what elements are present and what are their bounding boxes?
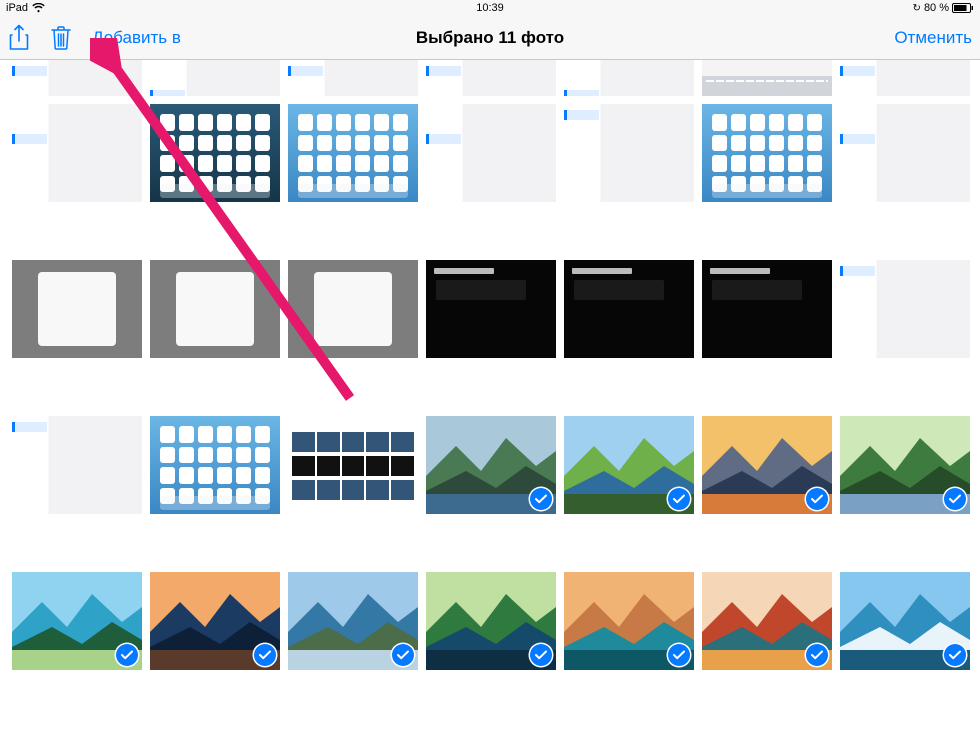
photo-thumbnail[interactable] <box>288 260 418 358</box>
photo-thumbnail[interactable] <box>12 104 142 202</box>
selection-checkmark-icon <box>116 644 138 666</box>
photo-thumbnail[interactable] <box>426 416 556 514</box>
photo-thumbnail[interactable] <box>840 260 970 358</box>
selection-checkmark-icon <box>806 488 828 510</box>
photo-thumbnail[interactable] <box>840 416 970 514</box>
photo-thumbnail[interactable] <box>564 260 694 358</box>
status-bar: iPad 10:39 ↻ 80 % <box>0 0 980 16</box>
photo-thumbnail[interactable] <box>564 416 694 514</box>
orientation-lock-icon: ↻ <box>913 3 921 14</box>
photo-thumbnail[interactable] <box>426 260 556 358</box>
device-label: iPad <box>6 2 28 14</box>
battery-icon <box>952 3 974 13</box>
photo-thumbnail[interactable] <box>840 104 970 202</box>
photo-thumbnail[interactable] <box>12 60 142 96</box>
share-button[interactable] <box>8 24 30 52</box>
photo-thumbnail[interactable] <box>150 416 280 514</box>
photo-thumbnail[interactable] <box>426 572 556 670</box>
selection-checkmark-icon <box>668 644 690 666</box>
photo-thumbnail[interactable] <box>840 572 970 670</box>
photo-thumbnail[interactable] <box>426 60 556 96</box>
photo-thumbnail[interactable] <box>426 104 556 202</box>
photo-thumbnail[interactable] <box>288 60 418 96</box>
photo-thumbnail[interactable] <box>150 260 280 358</box>
photo-thumbnail[interactable] <box>150 104 280 202</box>
photo-grid <box>0 60 980 735</box>
photo-thumbnail[interactable] <box>12 260 142 358</box>
selection-checkmark-icon <box>668 488 690 510</box>
photo-thumbnail[interactable] <box>840 60 970 96</box>
wifi-icon <box>32 3 45 13</box>
photo-thumbnail[interactable] <box>702 260 832 358</box>
photo-thumbnail[interactable] <box>12 416 142 514</box>
trash-button[interactable] <box>50 25 72 51</box>
photo-thumbnail[interactable] <box>702 60 832 96</box>
share-icon <box>8 24 30 52</box>
selection-checkmark-icon <box>944 488 966 510</box>
trash-icon <box>50 25 72 51</box>
photo-thumbnail[interactable] <box>12 572 142 670</box>
photo-thumbnail[interactable] <box>564 572 694 670</box>
selection-toolbar: Добавить в Выбрано 11 фото Отменить <box>0 16 980 60</box>
photo-thumbnail[interactable] <box>12 728 142 735</box>
selection-checkmark-icon <box>254 644 276 666</box>
selection-checkmark-icon <box>392 644 414 666</box>
photo-thumbnail[interactable] <box>288 572 418 670</box>
photo-thumbnail[interactable] <box>288 104 418 202</box>
photo-thumbnail[interactable] <box>150 60 280 96</box>
status-time: 10:39 <box>329 2 652 14</box>
photo-thumbnail[interactable] <box>702 572 832 670</box>
cancel-button[interactable]: Отменить <box>894 28 972 48</box>
photo-thumbnail[interactable] <box>702 416 832 514</box>
photo-thumbnail[interactable] <box>150 572 280 670</box>
selection-checkmark-icon <box>806 644 828 666</box>
add-to-button[interactable]: Добавить в <box>92 28 181 48</box>
photo-thumbnail[interactable] <box>288 416 418 514</box>
selection-checkmark-icon <box>530 488 552 510</box>
selection-checkmark-icon <box>944 644 966 666</box>
photo-thumbnail[interactable] <box>564 104 694 202</box>
selection-checkmark-icon <box>530 644 552 666</box>
photo-thumbnail[interactable] <box>564 60 694 96</box>
photo-thumbnail[interactable] <box>702 104 832 202</box>
battery-percent: 80 % <box>924 2 949 14</box>
